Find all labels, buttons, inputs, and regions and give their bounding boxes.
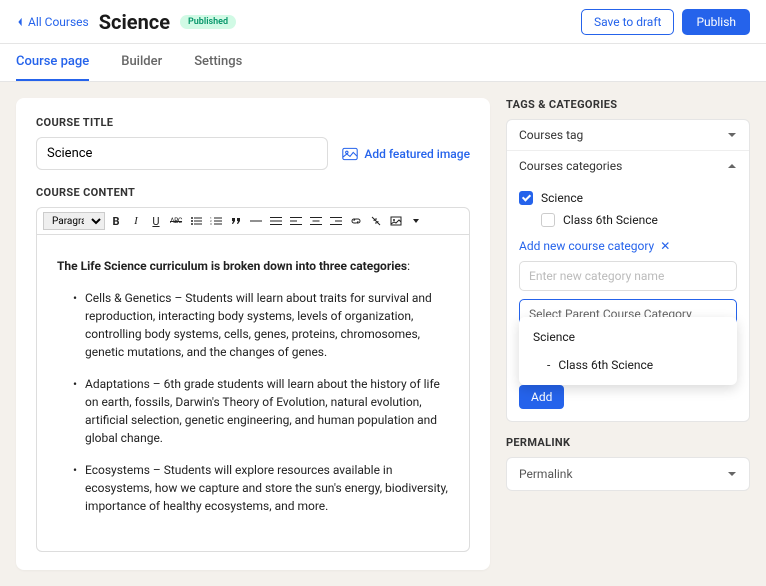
category-class-6th-science[interactable]: Class 6th Science bbox=[541, 209, 737, 231]
tab-builder[interactable]: Builder bbox=[121, 44, 162, 81]
parent-category-dropdown: Science - Class 6th Science bbox=[519, 317, 737, 385]
category-label: Class 6th Science bbox=[563, 213, 658, 227]
editor-body[interactable]: The Life Science curriculum is broken do… bbox=[37, 235, 469, 551]
permalink-value: Permalink bbox=[519, 467, 573, 481]
align-right-button[interactable] bbox=[327, 212, 345, 230]
course-content-label: COURSE CONTENT bbox=[36, 186, 470, 199]
image-icon bbox=[342, 147, 358, 161]
back-to-courses-link[interactable]: All Courses bbox=[16, 15, 89, 29]
tab-course-page[interactable]: Course page bbox=[16, 44, 89, 81]
course-title-label: COURSE TITLE bbox=[36, 116, 470, 129]
add-category-label: Add new course category bbox=[519, 239, 654, 253]
courses-categories-row[interactable]: Courses categories bbox=[507, 151, 749, 181]
insert-image-button[interactable] bbox=[387, 212, 405, 230]
format-select[interactable]: Paragraph bbox=[43, 212, 105, 230]
bullet-list-button[interactable] bbox=[187, 212, 205, 230]
add-featured-image-button[interactable]: Add featured image bbox=[342, 147, 470, 161]
course-title-input[interactable] bbox=[36, 137, 328, 170]
add-image-label: Add featured image bbox=[364, 147, 470, 161]
hr-button[interactable] bbox=[247, 212, 265, 230]
save-draft-button[interactable]: Save to draft bbox=[581, 9, 675, 35]
permalink-label: PERMALINK bbox=[506, 436, 750, 449]
chevron-down-icon bbox=[727, 130, 737, 140]
add-new-category-link[interactable]: Add new course category ✕ bbox=[519, 239, 737, 253]
align-center-button[interactable] bbox=[307, 212, 325, 230]
tab-settings[interactable]: Settings bbox=[194, 44, 242, 81]
chevron-down-icon bbox=[727, 469, 737, 479]
content-intro: The Life Science curriculum is broken do… bbox=[57, 259, 407, 273]
more-button[interactable] bbox=[407, 212, 425, 230]
dropdown-option-science[interactable]: Science bbox=[519, 323, 737, 351]
checkbox-icon bbox=[541, 213, 555, 227]
courses-tag-label: Courses tag bbox=[519, 128, 583, 142]
quote-button[interactable] bbox=[227, 212, 245, 230]
dropdown-option-class-6th[interactable]: - Class 6th Science bbox=[519, 351, 737, 379]
category-science[interactable]: Science bbox=[519, 187, 737, 209]
chevron-up-icon bbox=[727, 161, 737, 171]
status-badge: Published bbox=[180, 15, 236, 29]
editor-toolbar: Paragraph B I U ABC 123 bbox=[37, 208, 469, 235]
new-category-input[interactable] bbox=[519, 261, 737, 291]
content-bullet: Cells & Genetics – Students will learn a… bbox=[73, 289, 449, 361]
content-bullet: Ecosystems – Students will explore resou… bbox=[73, 461, 449, 515]
link-button[interactable] bbox=[347, 212, 365, 230]
tags-categories-label: TAGS & CATEGORIES bbox=[506, 98, 750, 111]
close-icon[interactable]: ✕ bbox=[660, 239, 670, 253]
permalink-select[interactable]: Permalink bbox=[507, 458, 749, 490]
back-label: All Courses bbox=[28, 15, 89, 29]
add-category-button[interactable]: Add bbox=[519, 385, 564, 409]
number-list-button[interactable]: 123 bbox=[207, 212, 225, 230]
chevron-left-icon bbox=[16, 17, 24, 27]
courses-categories-label: Courses categories bbox=[519, 159, 622, 173]
page-title: Science bbox=[99, 10, 170, 34]
unlink-button[interactable] bbox=[367, 212, 385, 230]
align-menu-button[interactable] bbox=[267, 212, 285, 230]
strike-button[interactable]: ABC bbox=[167, 212, 185, 230]
courses-tag-row[interactable]: Courses tag bbox=[507, 120, 749, 150]
bold-button[interactable]: B bbox=[107, 212, 125, 230]
italic-button[interactable]: I bbox=[127, 212, 145, 230]
svg-text:3: 3 bbox=[210, 222, 212, 226]
underline-button[interactable]: U bbox=[147, 212, 165, 230]
align-left-button[interactable] bbox=[287, 212, 305, 230]
checkbox-checked-icon bbox=[519, 191, 533, 205]
publish-button[interactable]: Publish bbox=[682, 9, 750, 35]
content-bullet: Adaptations – 6th grade students will le… bbox=[73, 375, 449, 447]
category-label: Science bbox=[541, 191, 583, 205]
